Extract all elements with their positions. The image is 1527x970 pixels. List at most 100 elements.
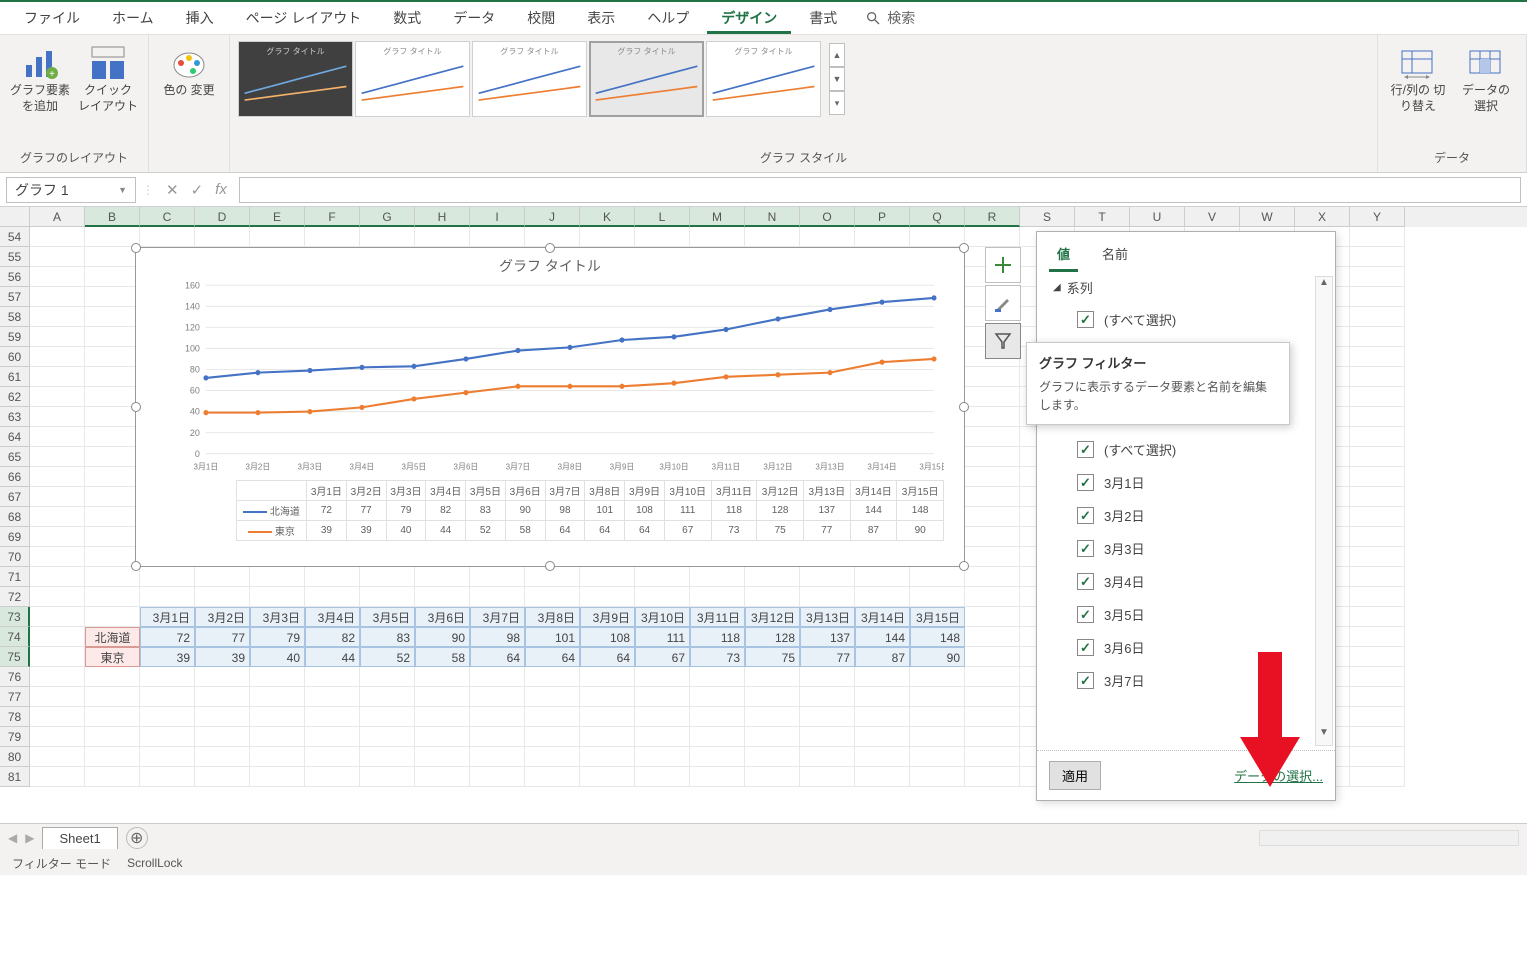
cell[interactable] (30, 727, 85, 747)
cell[interactable] (305, 727, 360, 747)
cell[interactable] (855, 687, 910, 707)
cell[interactable] (580, 587, 635, 607)
cell[interactable] (965, 687, 1020, 707)
cell[interactable] (910, 707, 965, 727)
cell[interactable]: 40 (250, 647, 305, 667)
cell[interactable] (580, 667, 635, 687)
cell[interactable] (965, 367, 1020, 387)
cell[interactable]: 73 (690, 647, 745, 667)
cell[interactable]: 3月6日 (415, 607, 470, 627)
filter-category-item[interactable]: ✓3月5日 (1053, 598, 1331, 631)
cell[interactable] (85, 767, 140, 787)
column-header[interactable]: Y (1350, 207, 1405, 227)
cell[interactable]: 3月14日 (855, 607, 910, 627)
cell[interactable] (525, 747, 580, 767)
cell[interactable] (85, 667, 140, 687)
cell[interactable]: 3月15日 (910, 607, 965, 627)
column-header[interactable]: C (140, 207, 195, 227)
filter-category-item[interactable]: ✓3月1日 (1053, 466, 1331, 499)
cell[interactable] (965, 387, 1020, 407)
row-header[interactable]: 70 (0, 547, 30, 567)
chart-styles-button[interactable] (985, 285, 1021, 321)
cell[interactable] (635, 567, 690, 587)
cell[interactable] (1350, 367, 1405, 387)
cell[interactable]: 118 (690, 627, 745, 647)
tab-review[interactable]: 校閲 (513, 2, 569, 34)
cell[interactable] (525, 587, 580, 607)
column-header[interactable]: U (1130, 207, 1185, 227)
cell[interactable] (85, 347, 140, 367)
select-data-link[interactable]: データの選択... (1234, 766, 1323, 785)
cell[interactable] (250, 587, 305, 607)
cell[interactable] (250, 687, 305, 707)
filter-category-item[interactable]: ✓3月6日 (1053, 631, 1331, 664)
cell[interactable] (250, 667, 305, 687)
cell[interactable] (1350, 407, 1405, 427)
filter-category-item[interactable]: ✓3月4日 (1053, 565, 1331, 598)
cell[interactable] (360, 227, 415, 247)
row-header[interactable]: 59 (0, 327, 30, 347)
cell[interactable] (690, 227, 745, 247)
cell[interactable] (140, 707, 195, 727)
cell[interactable] (30, 447, 85, 467)
cell[interactable] (965, 607, 1020, 627)
cell[interactable] (85, 567, 140, 587)
cell[interactable] (965, 747, 1020, 767)
cell[interactable] (745, 707, 800, 727)
cell[interactable] (855, 727, 910, 747)
cell[interactable] (910, 747, 965, 767)
cell[interactable]: 3月12日 (745, 607, 800, 627)
row-header[interactable]: 80 (0, 747, 30, 767)
cell[interactable] (85, 687, 140, 707)
cell[interactable] (360, 707, 415, 727)
cell[interactable] (30, 347, 85, 367)
cell[interactable] (910, 767, 965, 787)
sheet-nav-prev[interactable]: ◀ (8, 831, 17, 845)
cell[interactable] (855, 567, 910, 587)
cell[interactable] (85, 527, 140, 547)
cell[interactable] (360, 567, 415, 587)
cell[interactable] (855, 227, 910, 247)
filter-category-item[interactable]: ✓3月7日 (1053, 664, 1331, 697)
row-header[interactable]: 66 (0, 467, 30, 487)
cell[interactable] (85, 467, 140, 487)
select-data-button[interactable]: データの 選択 (1454, 41, 1518, 118)
cell[interactable]: 75 (745, 647, 800, 667)
cell[interactable] (195, 567, 250, 587)
cell[interactable]: 44 (305, 647, 360, 667)
cell[interactable] (1350, 267, 1405, 287)
chart-filters-button[interactable] (985, 323, 1021, 359)
cell[interactable] (30, 547, 85, 567)
cell[interactable] (965, 447, 1020, 467)
cell[interactable] (580, 227, 635, 247)
horizontal-scrollbar[interactable] (1259, 830, 1519, 846)
cell[interactable] (140, 767, 195, 787)
chart-style-2[interactable]: グラフ タイトル (355, 41, 470, 117)
cell[interactable]: 3月10日 (635, 607, 690, 627)
cell[interactable] (305, 707, 360, 727)
filter-scrollbar[interactable]: ▲▼ (1315, 276, 1333, 746)
row-header[interactable]: 57 (0, 287, 30, 307)
formula-input[interactable] (239, 177, 1521, 203)
cell[interactable] (965, 427, 1020, 447)
cell[interactable]: 87 (855, 647, 910, 667)
row-header[interactable]: 76 (0, 667, 30, 687)
cell[interactable] (195, 667, 250, 687)
column-header[interactable]: V (1185, 207, 1240, 227)
cell[interactable] (305, 767, 360, 787)
cell[interactable] (85, 707, 140, 727)
apply-button[interactable]: 適用 (1049, 761, 1101, 790)
filter-category-item[interactable]: ✓3月3日 (1053, 532, 1331, 565)
cell[interactable] (965, 487, 1020, 507)
name-box[interactable]: グラフ 1 ▼ (6, 177, 136, 203)
cell[interactable] (965, 227, 1020, 247)
filter-category-select-all[interactable]: ✓(すべて選択) (1053, 433, 1331, 466)
cell[interactable]: 3月5日 (360, 607, 415, 627)
resize-handle-sw[interactable] (131, 561, 141, 571)
column-header[interactable]: F (305, 207, 360, 227)
cell[interactable] (85, 587, 140, 607)
resize-handle-se[interactable] (959, 561, 969, 571)
cell[interactable] (415, 567, 470, 587)
cell[interactable] (140, 567, 195, 587)
cell[interactable] (415, 707, 470, 727)
